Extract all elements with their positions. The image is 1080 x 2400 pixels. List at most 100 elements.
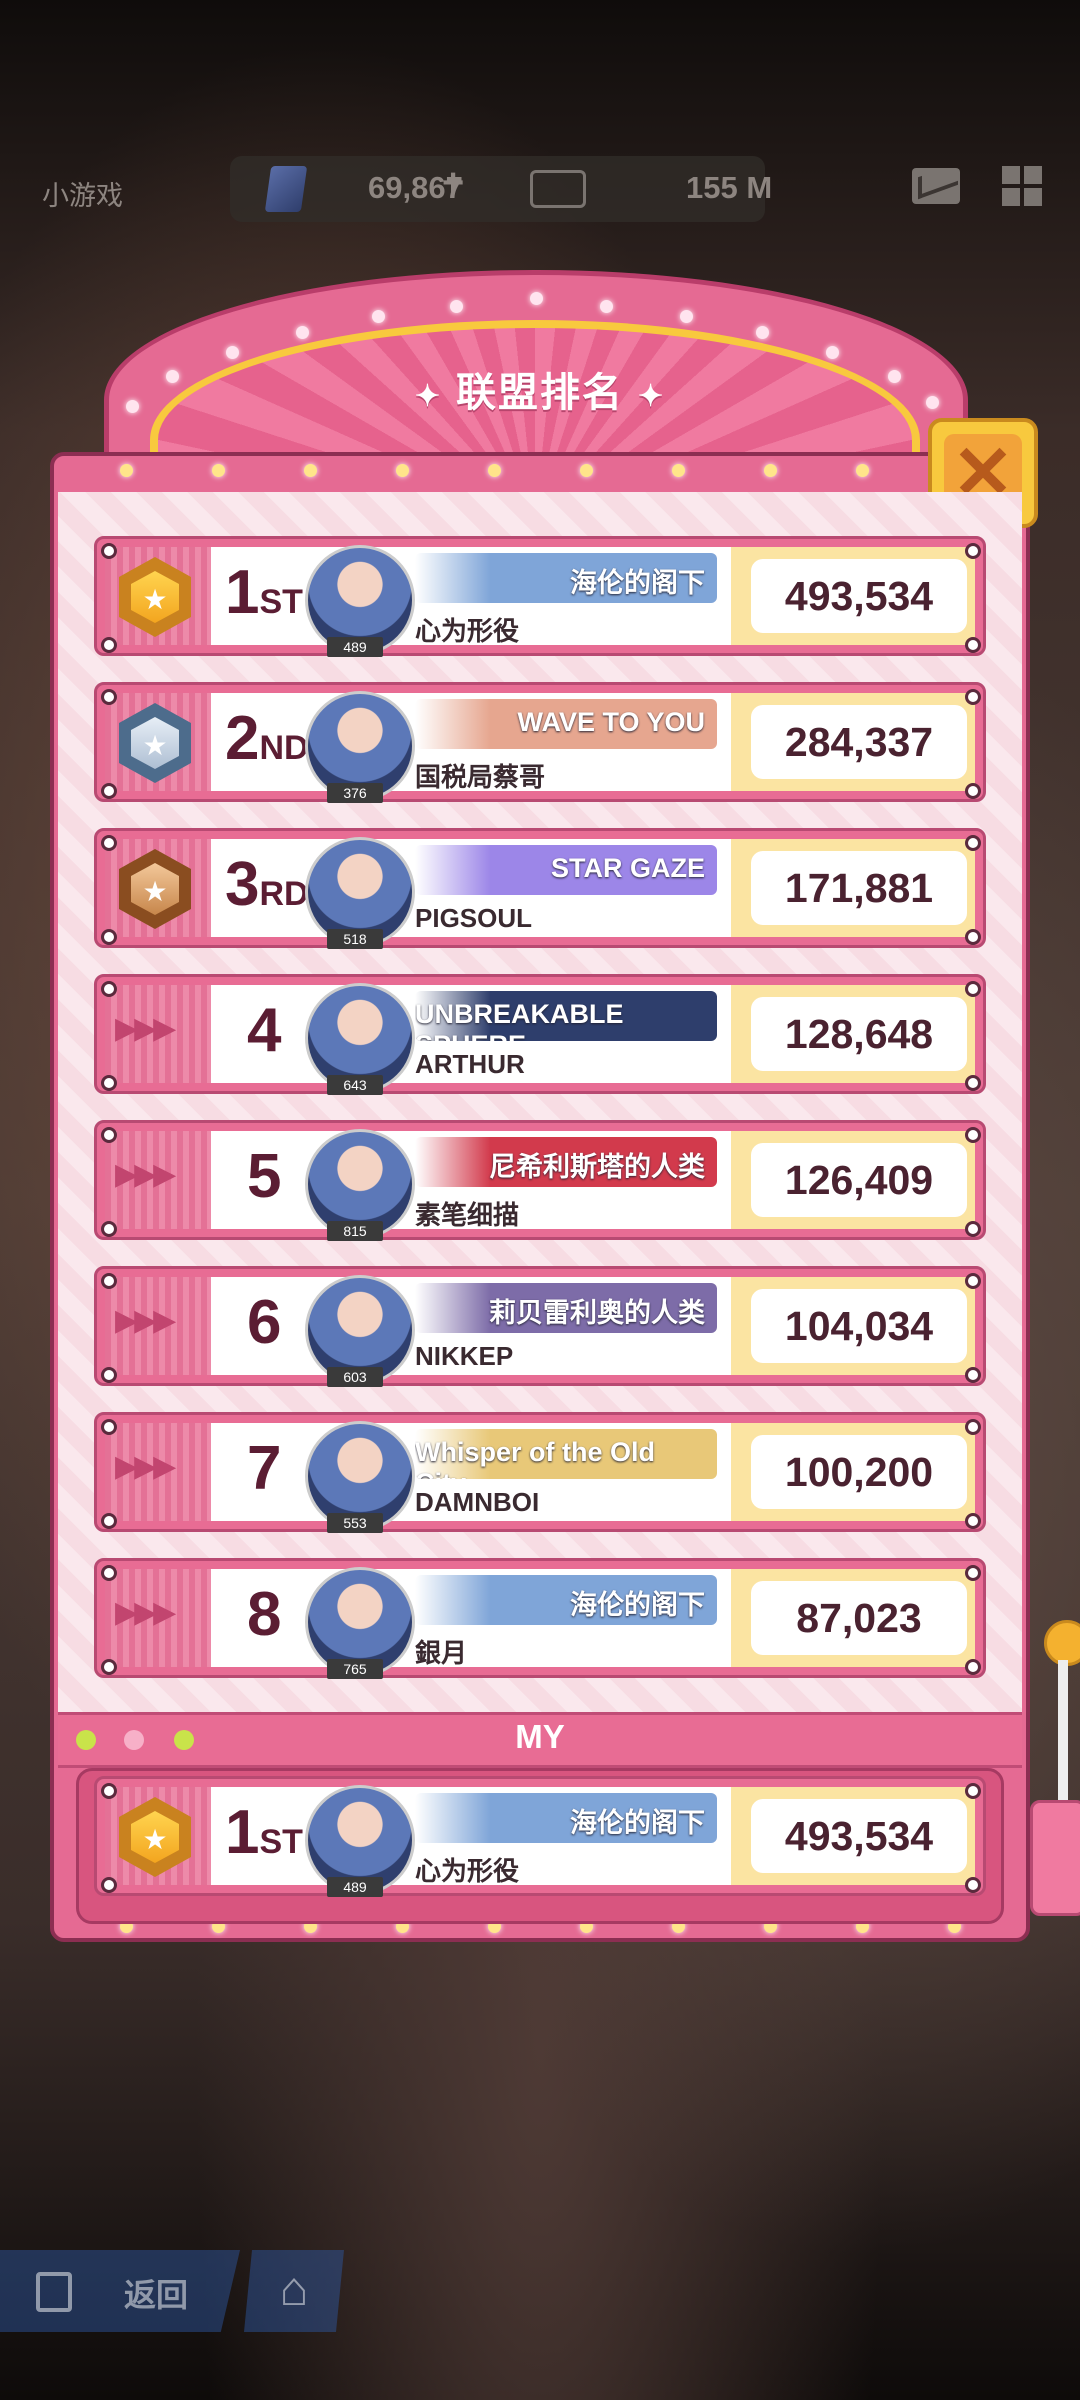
arrows-icon: ▶▶▶ (115, 1158, 176, 1191)
player-name: 銀月 (415, 1638, 468, 1668)
panel-title-text: 联盟排名 (456, 371, 624, 415)
arrows-icon: ▶▶▶ (115, 1596, 176, 1629)
screw-icon (101, 637, 117, 653)
rank-label: 1ST (225, 558, 303, 627)
ranking-row[interactable]: ★ 1ST 489 海伦的阁下 心为形役 493,534 (94, 1776, 986, 1897)
rank-label: 6 (247, 1288, 282, 1357)
light-bulb (226, 346, 239, 359)
exit-icon (36, 2272, 72, 2312)
light-bulb (580, 464, 593, 477)
ranking-row[interactable]: ▶▶▶ 5 815 尼希利斯塔的人类 素笔细描 126,409 (94, 1120, 986, 1241)
light-bulb (296, 326, 309, 339)
screw-icon (965, 543, 981, 559)
level-badge: 643 (327, 1075, 383, 1095)
screw-icon (965, 1513, 981, 1529)
home-icon: ⌂ (279, 2263, 309, 2316)
ranking-row[interactable]: ▶▶▶ 7 553 Whisper of the Old City DAMNBO… (94, 1412, 986, 1533)
screw-icon (965, 1877, 981, 1893)
light-bulb (600, 300, 613, 313)
screw-icon (101, 1659, 117, 1675)
title-banner: 海伦的阁下 (415, 1793, 717, 1843)
ticket-count: 155 M (686, 170, 773, 205)
level-badge: 553 (327, 1513, 383, 1533)
light-bulb (856, 464, 869, 477)
screw-icon (101, 1273, 117, 1289)
screw-icon (101, 1513, 117, 1529)
sparkle-icon: ✦ (638, 380, 666, 413)
title-banner: Whisper of the Old City (415, 1429, 717, 1479)
screw-icon (965, 689, 981, 705)
player-name: ARTHUR (415, 1049, 525, 1079)
score-value: 171,881 (751, 851, 967, 925)
title-banner: 海伦的阁下 (415, 553, 717, 603)
score-value: 100,200 (751, 1435, 967, 1509)
screw-icon (101, 929, 117, 945)
light-bulb (304, 464, 317, 477)
screw-icon (965, 1273, 981, 1289)
title-banner: 莉贝雷利奥的人类 (415, 1283, 717, 1333)
level-badge: 518 (327, 929, 383, 949)
panel-title: ✦ 联盟排名 ✦ (0, 360, 1080, 418)
add-gem-button[interactable]: + (442, 162, 464, 205)
banner-text: WAVE TO YOU (517, 707, 705, 737)
ranking-row[interactable]: ▶▶▶ 6 603 莉贝雷利奥的人类 NIKKEP 104,034 (94, 1266, 986, 1387)
light-bulb (488, 464, 501, 477)
ranking-row[interactable]: ★ 3RD 518 STAR GAZE PIGSOUL 171,881 (94, 828, 986, 949)
light-bulb (826, 346, 839, 359)
level-badge: 815 (327, 1221, 383, 1241)
title-banner: STAR GAZE (415, 845, 717, 895)
ranking-row[interactable]: ▶▶▶ 8 765 海伦的阁下 銀月 87,023 (94, 1558, 986, 1679)
gem-icon (264, 166, 308, 212)
screw-icon (101, 1565, 117, 1581)
my-rank-label: MY (515, 1718, 565, 1755)
screw-icon (101, 1367, 117, 1383)
light-bulb (372, 310, 385, 323)
lever-base (1030, 1800, 1080, 1916)
player-name: NIKKEP (415, 1341, 514, 1371)
screw-icon (101, 1221, 117, 1237)
screw-icon (965, 1367, 981, 1383)
arrows-icon: ▶▶▶ (115, 1450, 176, 1483)
screw-icon (965, 1419, 981, 1435)
screw-icon (101, 1075, 117, 1091)
rank-label: 4 (247, 996, 282, 1065)
rank-label: 3RD (225, 850, 309, 919)
banner-text: Whisper of the Old City (415, 1437, 655, 1479)
rank-label: 7 (247, 1434, 282, 1503)
player-name: 心为形役 (415, 616, 520, 646)
screw-icon (965, 1075, 981, 1091)
light-bulb (212, 464, 225, 477)
screw-icon (101, 1127, 117, 1143)
banner-text: STAR GAZE (551, 853, 705, 883)
menu-grid-icon[interactable] (1002, 166, 1042, 206)
screw-icon (965, 1127, 981, 1143)
arrows-icon: ▶▶▶ (115, 1304, 176, 1337)
score-value: 284,337 (751, 705, 967, 779)
player-name: DAMNBOI (415, 1487, 540, 1517)
title-banner: 尼希利斯塔的人类 (415, 1137, 717, 1187)
screw-icon (965, 1783, 981, 1799)
ranking-row[interactable]: ★ 2ND 376 WAVE TO YOU 国税局蔡哥 284,337 (94, 682, 986, 803)
level-badge: 765 (327, 1659, 383, 1679)
screw-icon (965, 637, 981, 653)
screw-icon (101, 689, 117, 705)
rank-label: 5 (247, 1142, 282, 1211)
screw-icon (965, 981, 981, 997)
screw-icon (101, 783, 117, 799)
arrows-icon: ▶▶▶ (115, 1012, 176, 1045)
minigame-title: 小游戏 (42, 181, 123, 211)
player-name: 国税局蔡哥 (415, 762, 546, 792)
mail-icon[interactable] (912, 168, 960, 204)
score-value: 128,648 (751, 997, 967, 1071)
title-banner: WAVE TO YOU (415, 699, 717, 749)
ranking-row[interactable]: ★ 1ST 489 海伦的阁下 心为形役 493,534 (94, 536, 986, 657)
light-bulb (764, 464, 777, 477)
screw-icon (101, 1877, 117, 1893)
ranking-row[interactable]: ▶▶▶ 4 643 UNBREAKABLE SPHERE ARTHUR 128,… (94, 974, 986, 1095)
player-name: PIGSOUL (415, 903, 533, 933)
resource-box (230, 156, 765, 222)
score-value: 87,023 (751, 1581, 967, 1655)
player-name: 素笔细描 (415, 1200, 520, 1230)
banner-text: 海伦的阁下 (570, 1590, 705, 1620)
ranking-list[interactable]: ★ 1ST 489 海伦的阁下 心为形役 493,534 ★ 2ND 376 W… (58, 492, 1022, 1712)
